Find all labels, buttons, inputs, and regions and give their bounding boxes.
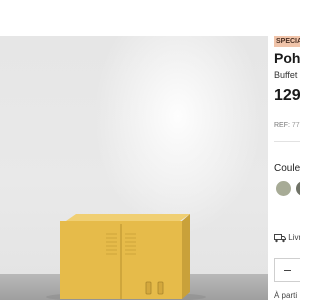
quantity-stepper[interactable]: [274, 258, 300, 282]
product-ref: REF: 775: [274, 122, 300, 130]
delivery-text: Livr: [288, 233, 300, 242]
product-image[interactable]: [0, 36, 268, 300]
color-swatch-sage[interactable]: [276, 181, 291, 196]
delivery-info: Livr: [274, 232, 300, 244]
divider: [274, 141, 300, 142]
ref-label: REF:: [274, 122, 290, 129]
product-title: Poh: [274, 50, 300, 66]
color-swatch-olive-grey[interactable]: [296, 181, 300, 196]
product-price: 129,: [274, 87, 300, 104]
product-info-panel: SPECIA Poh Buffet 129, REF: 775 Couleu L…: [272, 0, 300, 300]
special-badge: SPECIA: [274, 36, 300, 47]
truck-icon: [274, 234, 286, 243]
ref-value: 775: [291, 122, 300, 129]
product-gallery[interactable]: [0, 36, 268, 300]
color-label: Couleu: [274, 163, 300, 174]
product-subtitle: Buffet: [274, 70, 298, 80]
price-from-text: À parti: [274, 291, 298, 300]
minus-icon[interactable]: [284, 270, 291, 271]
